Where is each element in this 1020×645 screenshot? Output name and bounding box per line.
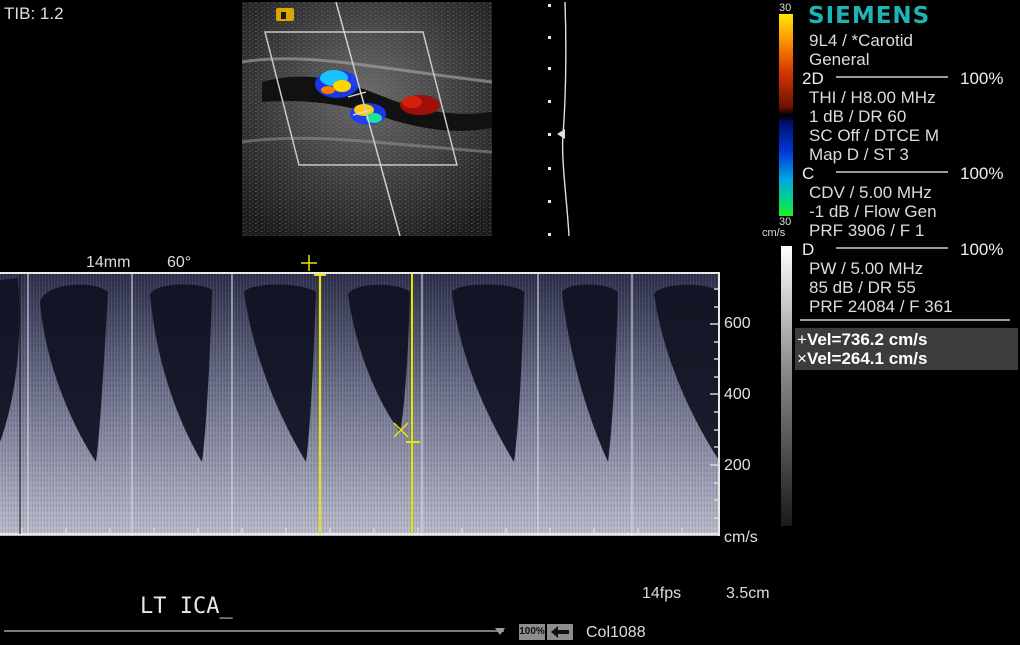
section-2d-percent: 100% [960,69,1004,88]
section-d-line-1: PW / 5.00 MHz [809,259,924,278]
y-axis-unit: cm/s [724,529,758,546]
depth-ruler [548,1,570,237]
caliper-x-icon: × [797,349,807,368]
section-d-line-2: 85 dB / DR 55 [809,278,916,297]
section-c-percent: 100% [960,164,1004,183]
y-tick-200: 200 [724,457,751,474]
probe-orientation-marker-icon [276,8,294,21]
measurement-row-1: +Vel=736.2 cm/s [797,330,927,350]
section-2d-line-4: Map D / ST 3 [809,145,909,164]
preset-label: General [809,50,870,69]
spectral-doppler-display [0,272,720,536]
velocity-measurement-box: +Vel=736.2 cm/s ×Vel=264.1 cm/s [795,328,1018,370]
section-c-line-3: PRF 3906 / F 1 [809,221,925,240]
probe-label: 9L4 / *Carotid [809,31,913,50]
colorbar-unit: cm/s [762,227,786,239]
section-d-label: D [802,240,815,259]
velocity-value-2: Vel=264.1 cm/s [806,349,928,368]
y-tick-600: 600 [724,315,751,332]
siemens-logo: SIEMENS [808,3,931,29]
section-2d-line [836,76,948,78]
depth-readout: 3.5cm [726,585,770,602]
section-d-percent: 100% [960,240,1004,259]
section-2d-line-1: THI / H8.00 MHz [809,88,936,107]
velocity-value-1: Vel=736.2 cm/s [806,330,928,349]
zoom-badge[interactable]: 100% [519,624,545,640]
back-arrow-icon [551,626,569,638]
back-arrow-button[interactable] [547,624,573,640]
annotation-text[interactable]: LT ICA_ [140,594,233,619]
y-tick-400: 400 [724,386,751,403]
section-2d-line-3: SC Off / DTCE M [809,126,940,145]
tib-readout: TIB: 1.2 [4,4,64,23]
bottom-status-line [4,630,504,632]
down-triangle-icon[interactable] [494,627,506,637]
color-velocity-bar [779,14,793,216]
section-d-line-3: PRF 24084 / F 361 [809,297,953,316]
doppler-gray-bar [781,246,792,526]
colorbar-top-value: 30 [779,2,792,14]
measurement-separator [800,319,1010,321]
angle-label: 60° [167,254,192,271]
measurement-row-2: ×Vel=264.1 cm/s [797,349,927,369]
section-2d-line-2: 1 dB / DR 60 [809,107,907,126]
section-c-line-2: -1 dB / Flow Gen [809,202,937,221]
section-d-line [836,247,948,249]
section-c-line-1: CDV / 5.00 MHz [809,183,932,202]
frame-rate: 14fps [642,585,682,602]
section-c-label: C [802,164,815,183]
caliper-plus-icon: + [797,330,807,349]
gate-size-label: 14mm [86,254,131,271]
section-2d-label: 2D [802,69,824,88]
bmode-image [242,2,492,236]
section-c-line [836,171,948,173]
focus-marker-icon [557,129,565,139]
caliper-plus-marker-icon [301,255,317,271]
collection-number: Col1088 [586,624,646,641]
